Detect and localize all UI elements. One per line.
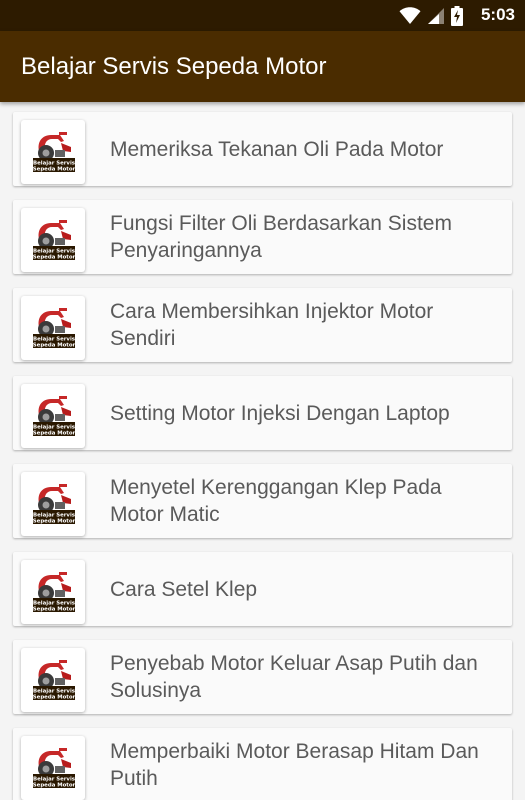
app-title: Belajar Servis Sepeda Motor <box>21 53 327 80</box>
thumbnail-caption-line-2: Sepeda Motor <box>33 254 76 260</box>
thumbnail-caption-line-2: Sepeda Motor <box>33 430 76 436</box>
app-logo-thumbnail: Belajar Servis Sepeda Motor <box>21 736 85 800</box>
thumbnail-caption-line-2: Sepeda Motor <box>33 606 76 612</box>
signal-icon <box>427 7 445 25</box>
article-list[interactable]: Belajar Servis Sepeda Motor Memeriksa Te… <box>0 102 525 800</box>
list-item[interactable]: Belajar Servis Sepeda Motor Setting Moto… <box>13 376 512 450</box>
list-item[interactable]: Belajar Servis Sepeda Motor Menyetel Ker… <box>13 464 512 538</box>
thumbnail-caption-line-2: Sepeda Motor <box>33 694 76 700</box>
thumbnail-caption-line-2: Sepeda Motor <box>33 518 76 524</box>
app-logo-thumbnail: Belajar Servis Sepeda Motor <box>21 560 85 624</box>
list-item-label: Menyetel Kerenggangan Klep Pada Motor Ma… <box>110 476 442 526</box>
list-item[interactable]: Belajar Servis Sepeda Motor Memperbaiki … <box>13 728 512 800</box>
app-logo-thumbnail: Belajar Servis Sepeda Motor <box>21 384 85 448</box>
thumbnail-caption-line-2: Sepeda Motor <box>33 342 76 348</box>
list-item-label: Fungsi Filter Oli Berdasarkan Sistem Pen… <box>110 212 452 262</box>
battery-charging-icon <box>451 6 463 26</box>
status-icons <box>399 6 463 26</box>
app-logo-thumbnail: Belajar Servis Sepeda Motor <box>21 120 85 184</box>
list-item-label: Cara Setel Klep <box>110 577 258 601</box>
app-logo-thumbnail: Belajar Servis Sepeda Motor <box>21 472 85 536</box>
list-item[interactable]: Belajar Servis Sepeda Motor Fungsi Filte… <box>13 200 512 274</box>
app-logo-thumbnail: Belajar Servis Sepeda Motor <box>21 296 85 360</box>
list-item-label: Setting Motor Injeksi Dengan Laptop <box>110 401 450 425</box>
list-item-label: Memeriksa Tekanan Oli Pada Motor <box>110 137 444 161</box>
list-item[interactable]: Belajar Servis Sepeda Motor Cara Members… <box>13 288 512 362</box>
list-item[interactable]: Belajar Servis Sepeda Motor Penyebab Mot… <box>13 640 512 714</box>
status-time: 5:03 <box>480 5 515 24</box>
wifi-icon <box>399 7 421 25</box>
list-item-label: Penyebab Motor Keluar Asap Putih dan Sol… <box>110 652 478 702</box>
app-logo-thumbnail: Belajar Servis Sepeda Motor <box>21 208 85 272</box>
app-bar: Belajar Servis Sepeda Motor <box>0 31 525 102</box>
thumbnail-caption-line-2: Sepeda Motor <box>33 782 76 788</box>
list-item[interactable]: Belajar Servis Sepeda Motor Cara Setel K… <box>13 552 512 626</box>
status-bar: 5:03 <box>0 0 525 31</box>
thumbnail-caption-line-2: Sepeda Motor <box>33 166 76 172</box>
list-item-label: Cara Membersihkan Injektor Motor Sendiri <box>110 300 434 350</box>
list-item[interactable]: Belajar Servis Sepeda Motor Memeriksa Te… <box>13 112 512 186</box>
app-logo-thumbnail: Belajar Servis Sepeda Motor <box>21 648 85 712</box>
list-item-label: Memperbaiki Motor Berasap Hitam Dan Puti… <box>110 740 479 790</box>
